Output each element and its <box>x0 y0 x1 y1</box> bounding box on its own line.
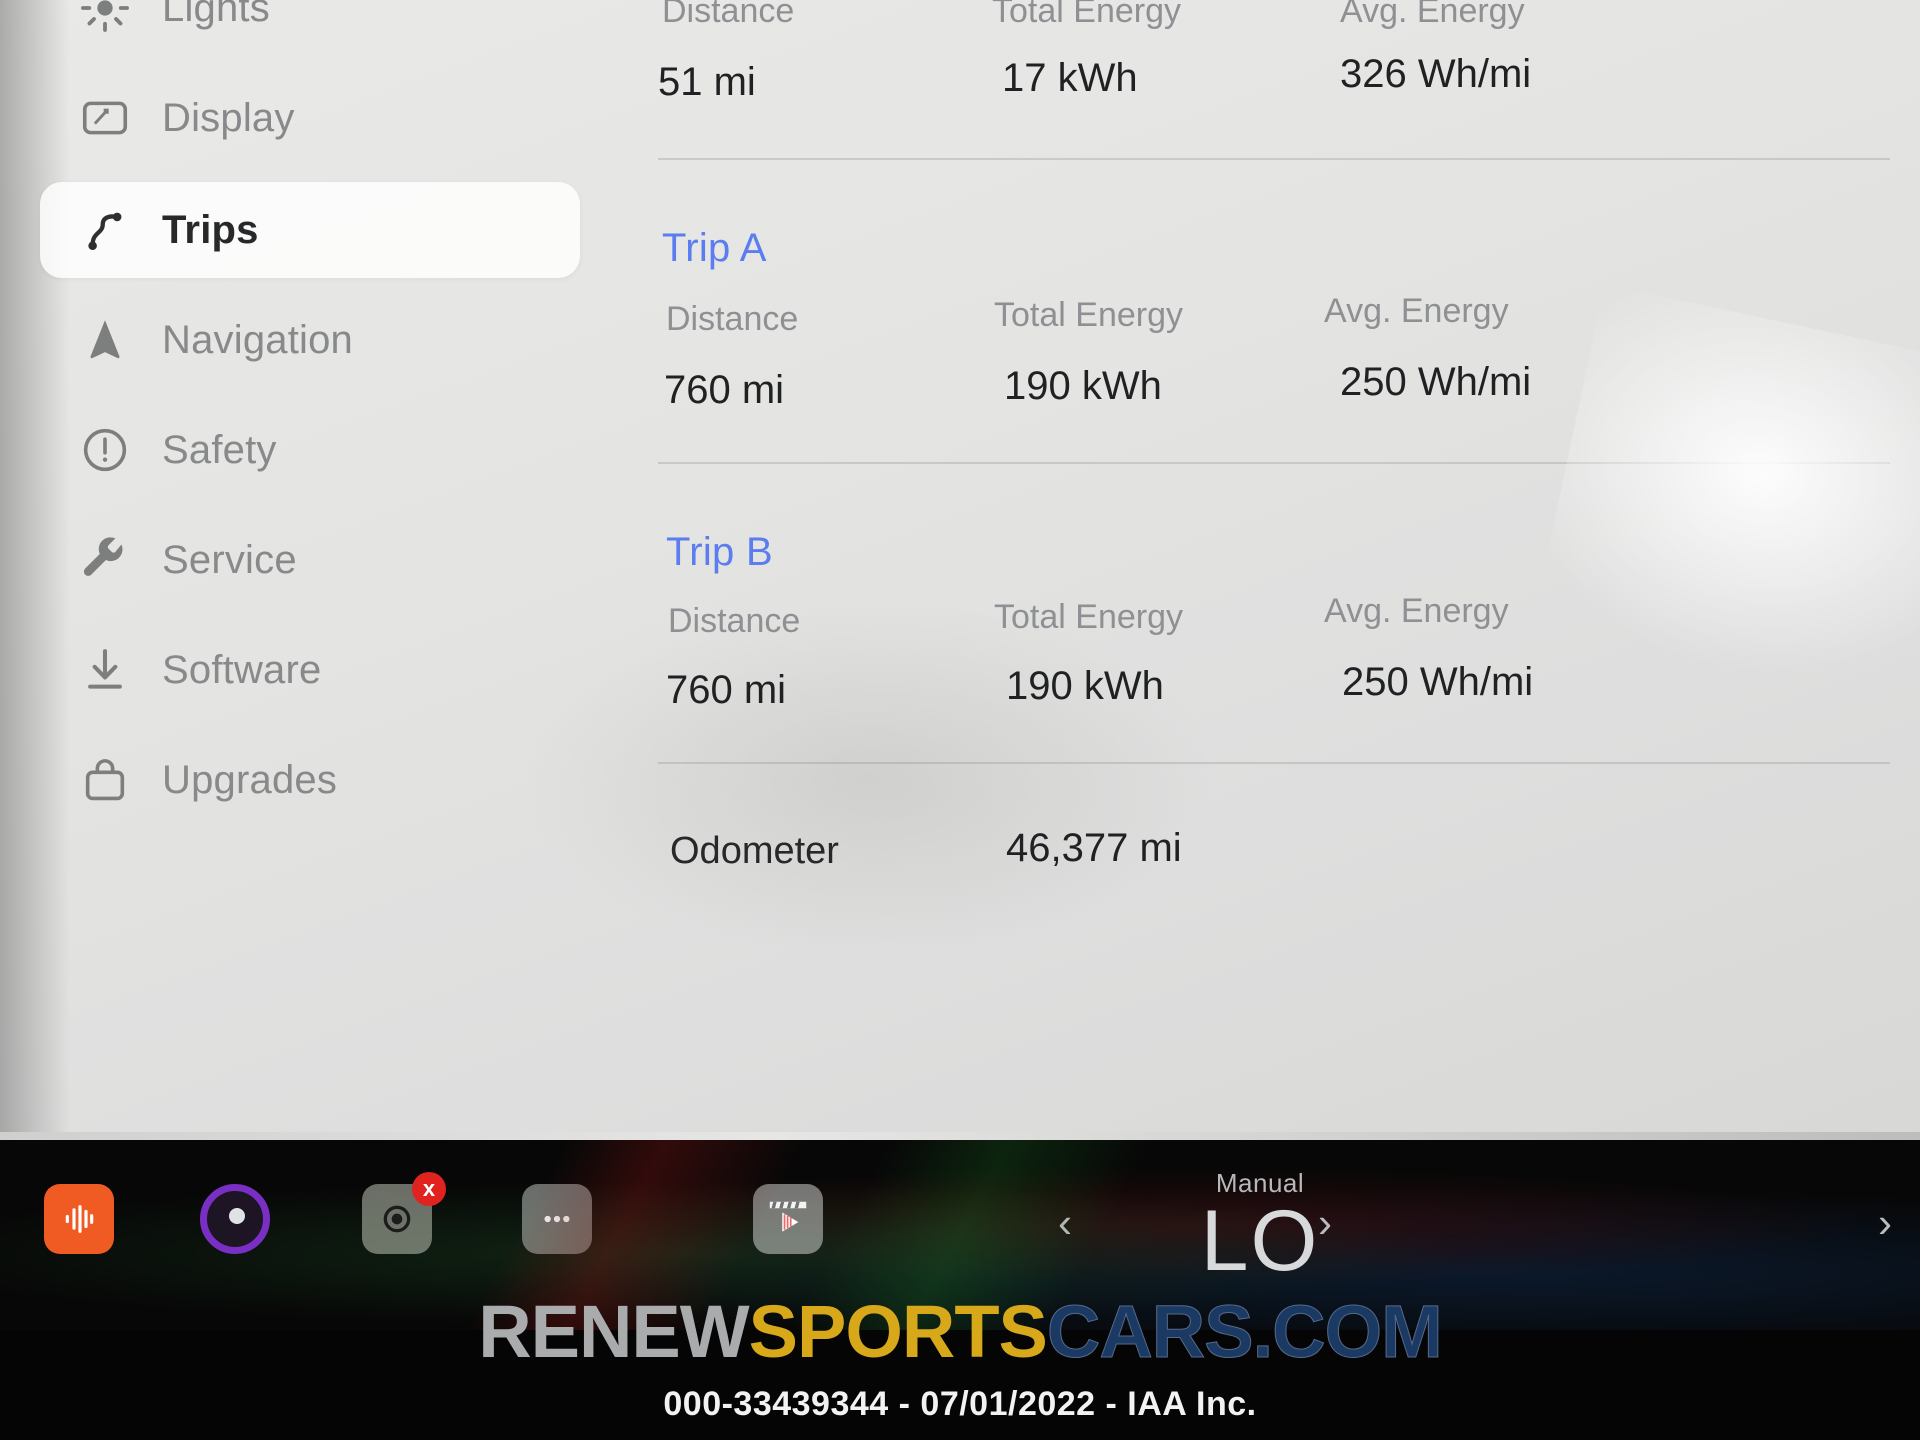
sidebar-item-trips[interactable]: Trips <box>40 182 580 278</box>
dashcam-icon[interactable]: x <box>362 1172 446 1254</box>
odometer-value: 46,377 mi <box>1006 826 1182 870</box>
sidebar-label-safety: Safety <box>162 427 277 472</box>
sidebar-item-service[interactable]: Service <box>40 512 580 608</box>
climate-temperature-value: LO <box>1200 1193 1320 1289</box>
spotify-icon[interactable] <box>200 1184 270 1254</box>
sidebar-item-display[interactable]: Display <box>40 70 580 166</box>
dashcam-error-badge: x <box>412 1172 446 1206</box>
screenshot-root: Lights Display Trips Navigation Safety S… <box>0 0 1920 1440</box>
theater-icon[interactable] <box>753 1184 823 1254</box>
current-total-energy-label: Total Energy <box>992 0 1181 30</box>
warning-icon <box>78 423 132 477</box>
current-distance-value: 51 mi <box>658 60 756 104</box>
odometer-label: Odometer <box>670 830 839 872</box>
current-distance-label: Distance <box>662 0 795 30</box>
sidebar-item-safety[interactable]: Safety <box>40 402 580 498</box>
trip-a-distance-value: 760 mi <box>664 368 785 412</box>
current-avg-energy-label: Avg. Energy <box>1340 0 1525 30</box>
download-icon <box>78 643 132 697</box>
watermark: RENEWSPORTSCARS.COM <box>0 1294 1920 1369</box>
trip-b-avg-energy-value: 250 Wh/mi <box>1342 660 1534 704</box>
display-icon <box>78 91 132 145</box>
trip-a-total-energy-label: Total Energy <box>994 296 1183 334</box>
trip-b-total-energy-label: Total Energy <box>994 598 1183 636</box>
trip-b-distance-label: Distance <box>668 602 801 640</box>
trip-a-total-energy-value: 190 kWh <box>1004 364 1162 408</box>
sidebar-label-software: Software <box>162 647 322 692</box>
current-total-energy-value: 17 kWh <box>1002 56 1138 100</box>
sidebar-item-upgrades[interactable]: Upgrades <box>40 732 580 828</box>
divider-tripb-odometer <box>658 762 1890 764</box>
bag-icon <box>78 753 132 807</box>
divider-current-tripa <box>658 158 1890 160</box>
climate-control[interactable]: Manual LO <box>1150 1168 1370 1289</box>
more-icon[interactable] <box>522 1184 592 1254</box>
trip-b-title[interactable]: Trip B <box>666 530 773 575</box>
trip-b-avg-energy-label: Avg. Energy <box>1324 592 1509 630</box>
climate-prev-button[interactable]: ‹ <box>1058 1202 1072 1244</box>
divider-tripa-tripb <box>658 462 1890 464</box>
audio-icon[interactable] <box>44 1184 114 1254</box>
current-avg-energy-value: 326 Wh/mi <box>1340 52 1532 96</box>
sidebar-label-trips: Trips <box>162 207 259 252</box>
watermark-part-1: RENEW <box>478 1290 749 1373</box>
footer-stock-number: 000-33439344 - 07/01/2022 - IAA Inc. <box>663 1385 1257 1423</box>
trip-a-avg-energy-value: 250 Wh/mi <box>1340 360 1532 404</box>
sidebar-item-software[interactable]: Software <box>40 622 580 718</box>
trips-icon <box>78 203 132 257</box>
sidebar-label-navigation: Navigation <box>162 317 354 362</box>
sidebar-label-display: Display <box>162 95 295 140</box>
sidebar-item-lights[interactable]: Lights <box>40 0 580 56</box>
trip-a-avg-energy-label: Avg. Energy <box>1324 292 1509 330</box>
climate-next-right-button[interactable]: › <box>1878 1202 1892 1244</box>
wrench-icon <box>78 533 132 587</box>
trips-panel: Distance Total Energy Avg. Energy 51 mi … <box>640 0 1920 1140</box>
navigation-icon <box>78 313 132 367</box>
trip-a-title[interactable]: Trip A <box>662 226 767 271</box>
watermark-part-3: CARS.COM <box>1046 1290 1443 1373</box>
watermark-part-2: SPORTS <box>748 1290 1048 1373</box>
sun-icon <box>78 0 132 35</box>
sidebar-label-upgrades: Upgrades <box>162 757 338 802</box>
tesla-settings-screen: Lights Display Trips Navigation Safety S… <box>0 0 1920 1140</box>
sidebar-label-service: Service <box>162 537 297 582</box>
settings-sidebar: Lights Display Trips Navigation Safety S… <box>40 0 650 1140</box>
trip-a-distance-label: Distance <box>666 300 799 338</box>
sidebar-label-lights: Lights <box>162 0 270 30</box>
trip-b-distance-value: 760 mi <box>666 668 787 712</box>
trip-b-total-energy-value: 190 kWh <box>1006 664 1164 708</box>
sidebar-item-navigation[interactable]: Navigation <box>40 292 580 388</box>
